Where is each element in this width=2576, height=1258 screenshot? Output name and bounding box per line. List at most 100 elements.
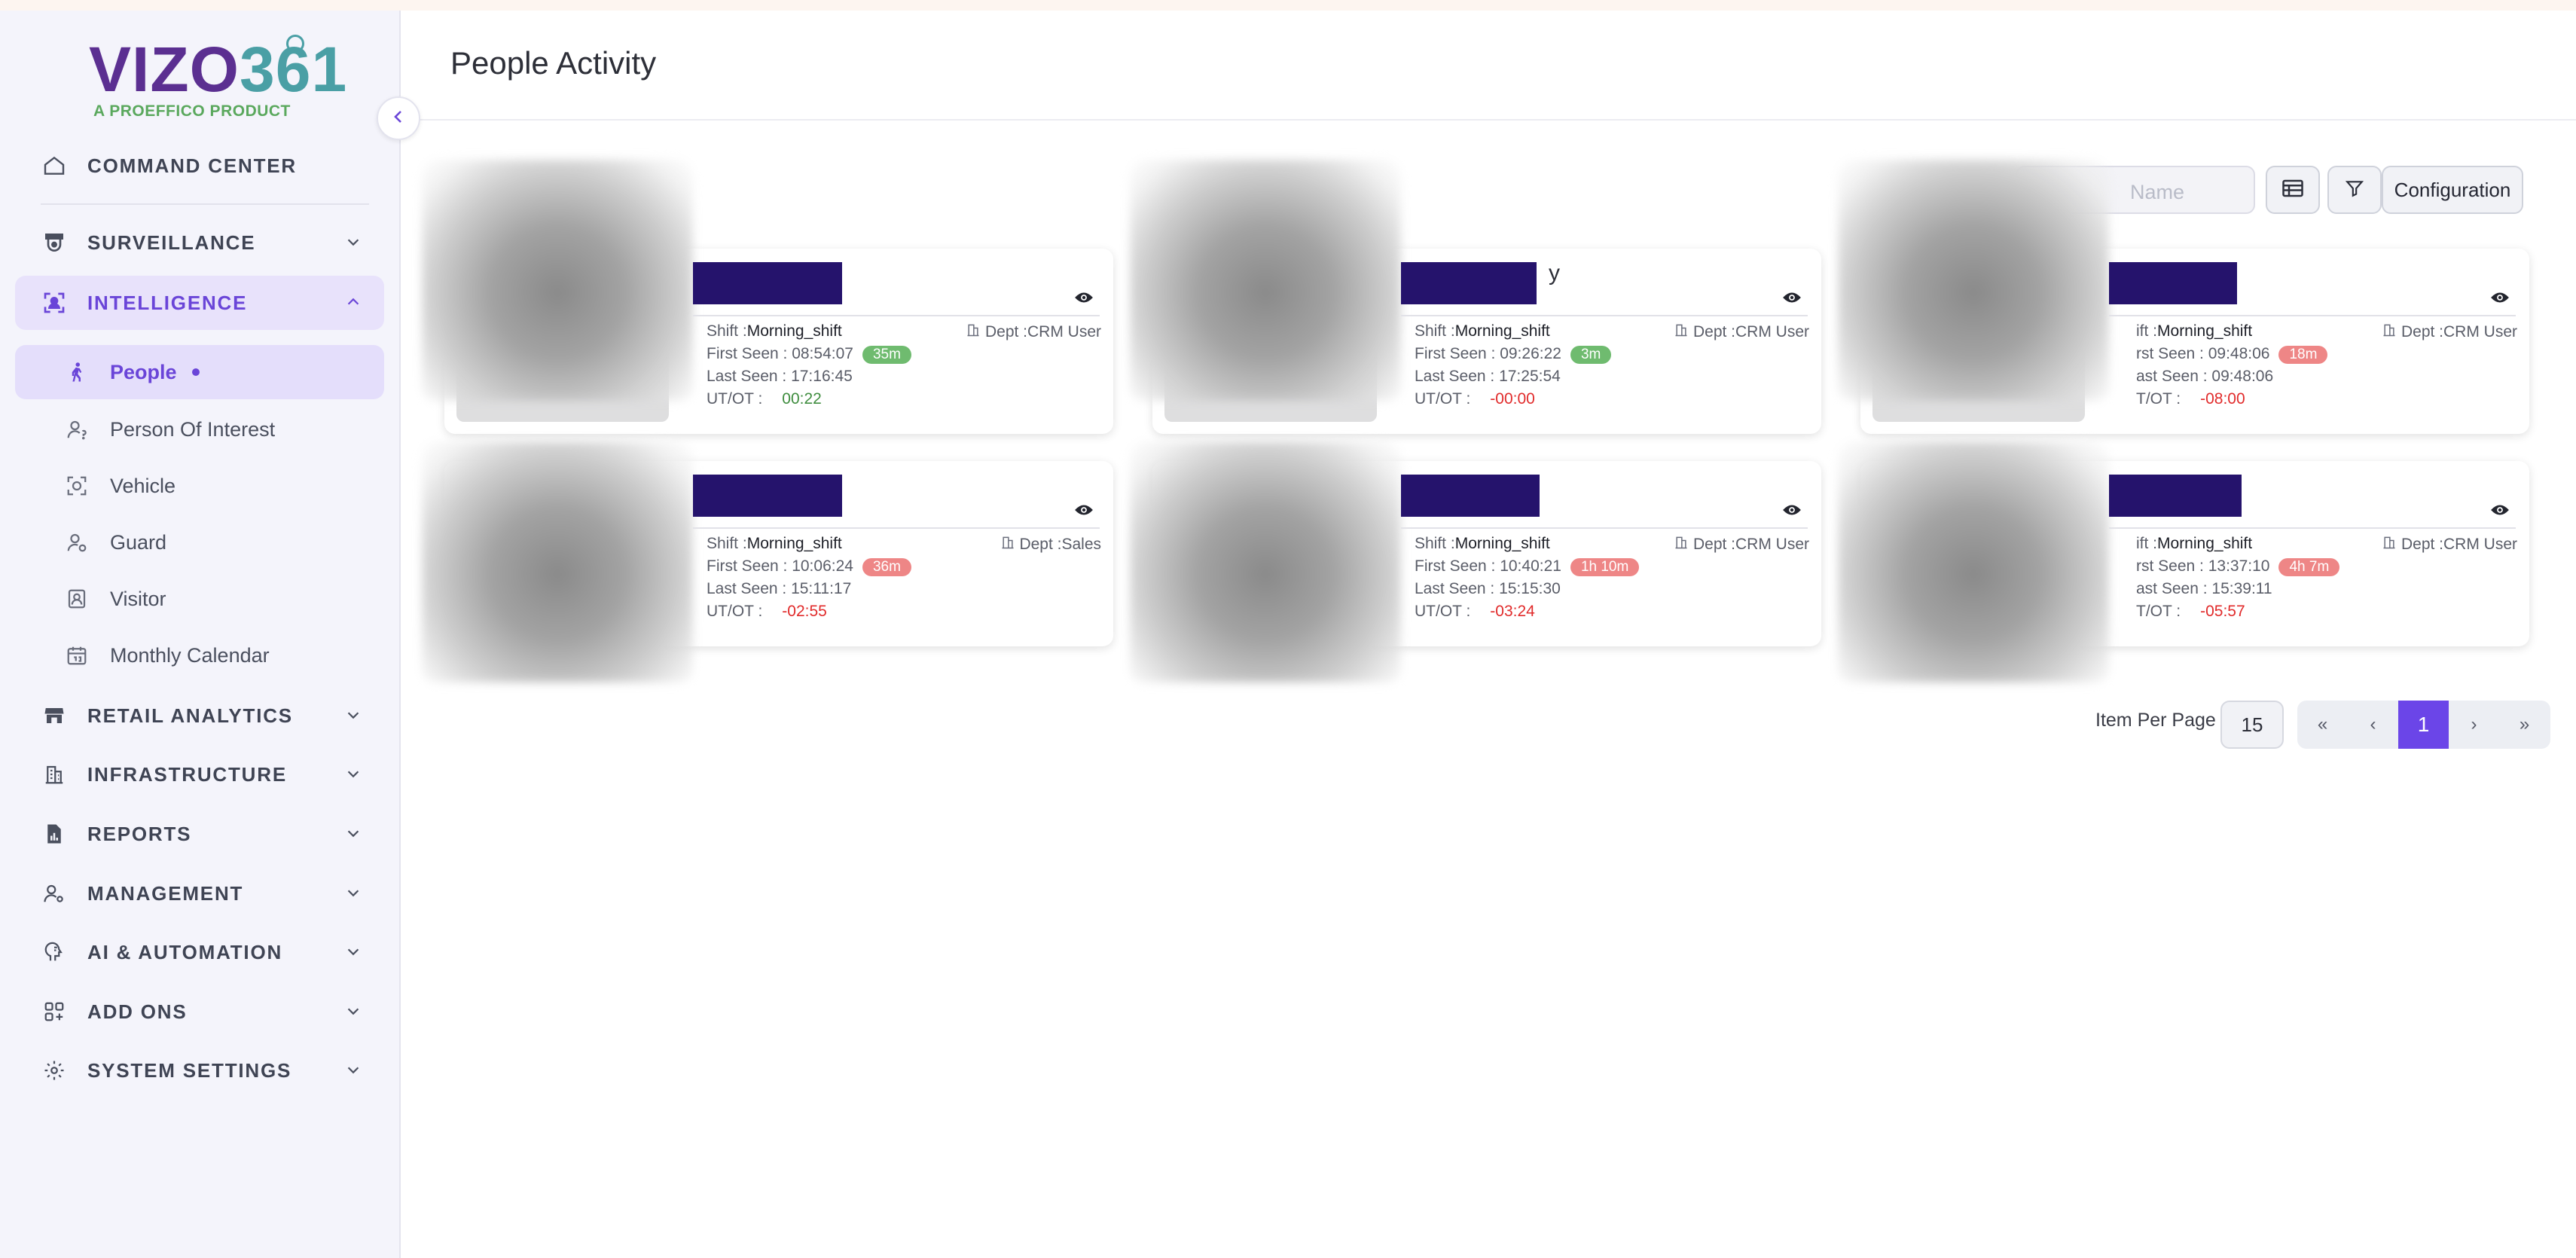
sidebar-item-management[interactable]: MANAGEMENT <box>15 866 384 921</box>
scan-face-icon <box>41 289 68 316</box>
utot-label: UT/OT : <box>707 603 763 620</box>
late-badge: 35m <box>862 346 911 364</box>
shift-label: ift : <box>2136 535 2158 552</box>
sidebar-item-monthly-calendar[interactable]: Monthly Calendar <box>15 628 384 682</box>
first-seen-row: rst Seen : 09:48:06 18m <box>2136 345 2328 364</box>
next-page-button[interactable]: › <box>2449 701 2499 749</box>
items-per-page-select[interactable]: 15 <box>2220 701 2284 749</box>
sidebar-item-retail-analytics[interactable]: RETAIL ANALYTICS <box>15 689 384 743</box>
last-seen-row: Last Seen : 15:15:30 <box>1415 580 1561 598</box>
person-card[interactable]: ift :Morning_shift Dept :CRM User rst Se… <box>1838 441 2529 682</box>
sidebar-item-label: ADD ONS <box>87 1000 188 1023</box>
redacted-name <box>693 262 842 304</box>
sidebar-item-guard[interactable]: Guard <box>15 515 384 569</box>
items-per-page-label: Item Per Page <box>2095 710 2216 731</box>
sidebar-item-infrastructure[interactable]: INFRASTRUCTURE <box>15 747 384 802</box>
card-divider <box>1401 315 1808 316</box>
shift-label: Shift : <box>707 535 747 552</box>
vehicle-scan-icon <box>65 474 89 498</box>
person-card[interactable]: y Shift :Morning_shift Dept :CRM User Fi… <box>1130 160 1821 434</box>
filter-button[interactable] <box>2327 166 2382 214</box>
shift-row: Shift :Morning_shift <box>707 535 842 553</box>
prev-page-button[interactable]: ‹ <box>2348 701 2398 749</box>
utot-value: -02:55 <box>782 603 827 620</box>
sidebar-item-person-of-interest[interactable]: Person Of Interest <box>15 402 384 456</box>
shift-value: Morning_shift <box>746 535 842 552</box>
building-icon <box>41 761 68 788</box>
utot-label: T/OT : <box>2136 603 2181 620</box>
user-settings-icon <box>41 880 68 907</box>
sidebar-item-surveillance[interactable]: SURVEILLANCE <box>15 215 384 270</box>
eye-icon[interactable] <box>1782 291 1802 308</box>
sidebar-item-reports[interactable]: REPORTS <box>15 807 384 861</box>
sidebar-item-intelligence[interactable]: INTELLIGENCE <box>15 276 384 330</box>
redacted-name <box>693 475 842 517</box>
first-seen-row: First Seen : 10:40:21 1h 10m <box>1415 557 1640 576</box>
page-button-current[interactable]: 1 <box>2398 701 2449 749</box>
person-card[interactable]: Shift :Morning_shift Dept :Sales First S… <box>422 441 1113 682</box>
eye-icon[interactable] <box>1782 503 1802 521</box>
sidebar-item-command-center[interactable]: COMMAND CENTER <box>15 139 384 193</box>
first-seen-label: First Seen : <box>707 345 792 362</box>
first-page-button[interactable]: « <box>2297 701 2348 749</box>
sidebar-item-people[interactable]: People <box>15 345 384 399</box>
utot-row: T/OT : -08:00 <box>2136 390 2245 408</box>
home-icon <box>41 152 68 179</box>
last-page-button[interactable]: » <box>2499 701 2550 749</box>
sidebar-item-visitor[interactable]: Visitor <box>15 572 384 626</box>
sidebar-item-add-ons[interactable]: ADD ONS <box>15 985 384 1039</box>
building-icon <box>2382 322 2397 342</box>
redacted-name <box>2109 475 2242 517</box>
utot-label: T/OT : <box>2136 390 2181 408</box>
sidebar-item-label: INTELLIGENCE <box>87 291 248 314</box>
last-seen-value: 15:15:30 <box>1499 580 1561 597</box>
sidebar-collapse-button[interactable] <box>377 96 420 140</box>
sidebar-item-label: People <box>110 360 177 383</box>
store-icon <box>41 702 68 729</box>
building-icon <box>2382 535 2397 554</box>
last-seen-value: 09:48:06 <box>2211 368 2274 385</box>
first-seen-row: First Seen : 08:54:07 35m <box>707 345 911 364</box>
sidebar-item-label: RETAIL ANALYTICS <box>87 704 293 727</box>
eye-icon[interactable] <box>2490 503 2510 521</box>
last-seen-value: 17:16:45 <box>791 368 853 385</box>
sidebar-item-system-settings[interactable]: SYSTEM SETTINGS <box>15 1043 384 1098</box>
late-badge: 36m <box>862 558 911 576</box>
sidebar-item-ai-automation[interactable]: AI & AUTOMATION <box>15 925 384 979</box>
person-card[interactable]: ift :Morning_shift Dept :CRM User rst Se… <box>1838 160 2529 434</box>
table-view-button[interactable] <box>2266 166 2320 214</box>
sidebar-divider <box>41 203 369 205</box>
blurred-face-image <box>422 160 693 401</box>
sidebar-item-label: AI & AUTOMATION <box>87 940 283 963</box>
card-divider <box>2109 315 2516 316</box>
brand-logo[interactable]: VIZO361 A PROEFFICO PRODUCT <box>89 35 346 121</box>
person-card[interactable]: Shift :Morning_shift Dept :CRM User Firs… <box>422 160 1113 434</box>
shift-value: Morning_shift <box>2157 322 2253 340</box>
utot-row: T/OT : -05:57 <box>2136 603 2245 621</box>
logo-tagline: A PROEFFICO PRODUCT <box>93 102 291 120</box>
first-seen-label: First Seen : <box>707 557 792 575</box>
dept-field: Dept :CRM User <box>2382 322 2517 342</box>
building-icon <box>1674 535 1689 554</box>
dept-value: Dept :CRM User <box>1692 536 1809 553</box>
dept-field: Dept :CRM User <box>1674 535 1809 554</box>
dept-field: Dept :CRM User <box>966 322 1101 342</box>
eye-icon[interactable] <box>1074 291 1094 308</box>
late-badge: 4h 7m <box>2278 558 2340 576</box>
person-card[interactable]: Shift :Morning_shift Dept :CRM User Firs… <box>1130 441 1821 682</box>
configuration-button[interactable]: Configuration <box>2382 166 2523 214</box>
dept-value: Dept :CRM User <box>2401 323 2517 340</box>
shift-row: Shift :Morning_shift <box>1415 535 1550 553</box>
utot-row: UT/OT : -02:55 <box>707 603 827 621</box>
eye-icon[interactable] <box>1074 503 1094 521</box>
blurred-face-image <box>422 441 693 682</box>
sidebar-item-label: COMMAND CENTER <box>87 154 297 177</box>
sidebar-item-label: Person Of Interest <box>110 417 276 441</box>
last-seen-row: ast Seen : 15:39:11 <box>2136 580 2272 598</box>
sidebar-item-vehicle[interactable]: Vehicle <box>15 459 384 513</box>
eye-icon[interactable] <box>2490 291 2510 308</box>
visitor-badge-icon <box>65 587 89 611</box>
last-seen-label: Last Seen : <box>707 368 792 385</box>
first-seen-label: rst Seen : <box>2136 345 2208 362</box>
card-divider <box>1401 527 1808 529</box>
